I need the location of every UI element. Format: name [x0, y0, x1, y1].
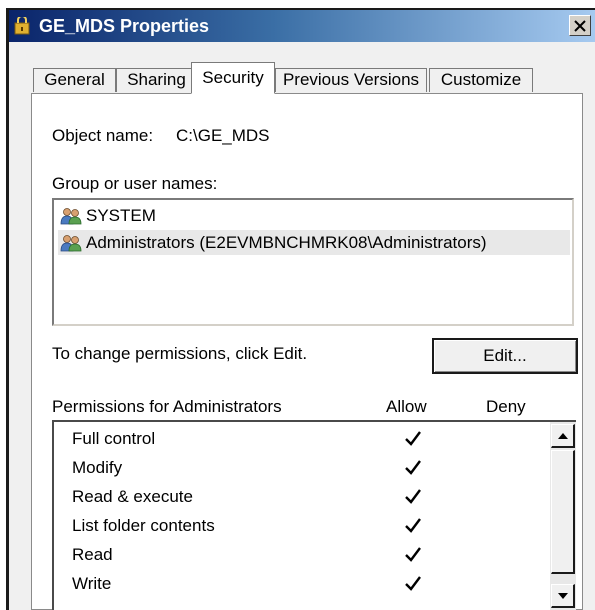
- close-button[interactable]: [569, 15, 591, 36]
- change-permissions-hint: To change permissions, click Edit.: [52, 344, 308, 363]
- edit-button[interactable]: Edit...: [432, 338, 578, 374]
- tab-security[interactable]: Security: [191, 62, 275, 94]
- arrow-down-icon: [557, 592, 568, 599]
- check-icon: [405, 547, 421, 562]
- folder-lock-icon: [14, 17, 30, 35]
- object-name-value: C:\GE_MDS: [176, 126, 270, 145]
- permission-name: Full control: [72, 429, 156, 448]
- properties-dialog: GE_MDS Properties General Sharing Securi…: [6, 8, 595, 610]
- permission-row: List folder contents: [72, 511, 562, 540]
- check-icon: [405, 460, 421, 475]
- group-names-label: Group or user names:: [52, 174, 218, 193]
- list-item-administrators[interactable]: Administrators (E2EVMBNCHMRK08\Administr…: [58, 230, 570, 255]
- users-icon: [60, 208, 82, 225]
- user-list[interactable]: SYSTEM Administrators (E2EVMBNCHMRK08\Ad…: [52, 198, 574, 326]
- permission-row: Read & execute: [72, 482, 562, 511]
- window-title: GE_MDS Properties: [39, 16, 210, 36]
- title-bar[interactable]: GE_MDS Properties: [9, 10, 595, 42]
- permission-name: Write: [72, 574, 112, 593]
- check-icon: [405, 576, 421, 591]
- security-panel: Object name: C:\GE_MDS Group or user nam…: [31, 93, 583, 610]
- close-icon: [574, 19, 586, 32]
- tab-strip: General Sharing Security Previous Versio…: [31, 62, 551, 94]
- check-icon: [405, 518, 421, 533]
- permission-row: Write: [72, 569, 562, 598]
- check-icon: [405, 431, 421, 446]
- permission-row: Modify: [72, 453, 562, 482]
- permission-row: Read: [72, 540, 562, 569]
- permissions-list[interactable]: Full control Modify Read & execute List …: [52, 420, 576, 610]
- permission-name: Modify: [72, 458, 123, 477]
- users-icon: [60, 235, 82, 252]
- tab-customize[interactable]: Customize: [429, 68, 533, 92]
- scroll-up-button[interactable]: [551, 424, 575, 448]
- user-name: Administrators (E2EVMBNCHMRK08\Administr…: [86, 233, 487, 252]
- tab-sharing[interactable]: Sharing: [116, 68, 197, 92]
- permissions-scrollbar[interactable]: [550, 422, 576, 610]
- tab-general[interactable]: General: [33, 68, 116, 92]
- scrollbar-thumb[interactable]: [551, 450, 575, 574]
- permission-name: Read & execute: [72, 487, 193, 506]
- list-item-system[interactable]: SYSTEM: [58, 203, 570, 228]
- permission-row: Full control: [72, 424, 562, 453]
- object-name-label: Object name:: [52, 126, 154, 145]
- arrow-up-icon: [557, 432, 568, 439]
- allow-column-header: Allow: [386, 397, 427, 416]
- tab-previous-versions[interactable]: Previous Versions: [275, 68, 427, 92]
- deny-column-header: Deny: [486, 397, 526, 416]
- permission-name: Read: [72, 545, 113, 564]
- scroll-down-button[interactable]: [551, 584, 575, 608]
- check-icon: [405, 489, 421, 504]
- user-name: SYSTEM: [86, 206, 156, 225]
- permissions-header: Permissions for Administrators: [52, 397, 282, 416]
- permission-name: List folder contents: [72, 516, 215, 535]
